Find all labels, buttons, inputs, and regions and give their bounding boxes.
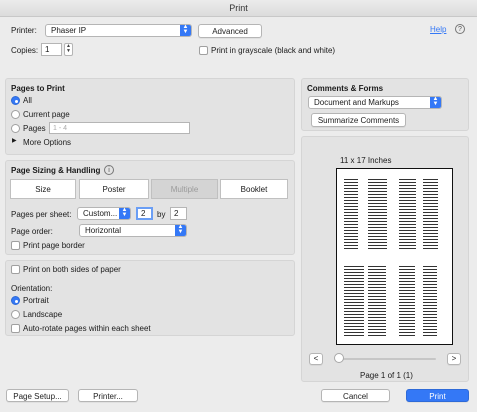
- paper-size-label: 11 x 17 Inches: [340, 156, 392, 165]
- grayscale-checkbox[interactable]: [199, 46, 208, 55]
- tab-size[interactable]: Size: [10, 179, 76, 199]
- by-label: by: [157, 210, 166, 219]
- window-title: Print: [0, 0, 477, 17]
- comments-select[interactable]: Document and Markups ▲ ▼: [308, 96, 442, 109]
- both-sides-label: Print on both sides of paper: [23, 265, 121, 274]
- help-link[interactable]: Help: [430, 25, 446, 34]
- copies-stepper[interactable]: ▲ ▼: [64, 43, 73, 56]
- page-indicator: Page 1 of 1 (1): [360, 371, 413, 380]
- all-label: All: [23, 96, 32, 105]
- comments-heading: Comments & Forms: [307, 84, 384, 93]
- chevron-updown-icon: ▲ ▼: [430, 96, 441, 108]
- printer-select[interactable]: Phaser IP ▲ ▼: [45, 24, 192, 37]
- print-button[interactable]: Print: [406, 389, 469, 402]
- current-page-label: Current page: [23, 110, 70, 119]
- landscape-radio[interactable]: [11, 310, 20, 319]
- disclosure-triangle-icon[interactable]: ▶: [12, 137, 17, 144]
- preview-page-thumb: [397, 264, 445, 338]
- comments-value: Document and Markups: [314, 98, 399, 107]
- printer-label: Printer:: [11, 26, 37, 35]
- printer-value: Phaser IP: [51, 26, 87, 35]
- grayscale-label: Print in grayscale (black and white): [211, 46, 336, 55]
- auto-rotate-label: Auto-rotate pages within each sheet: [23, 324, 151, 333]
- orientation-label: Orientation:: [11, 284, 53, 293]
- tab-booklet[interactable]: Booklet: [220, 179, 288, 199]
- copies-input[interactable]: 1: [41, 43, 62, 56]
- page-border-label: Print page border: [23, 241, 85, 250]
- portrait-radio[interactable]: [11, 296, 20, 305]
- landscape-label: Landscape: [23, 310, 63, 319]
- preview-sheet: [336, 168, 453, 345]
- preview-page-thumb: [342, 177, 390, 251]
- columns-input[interactable]: 2: [136, 207, 153, 220]
- page-sizing-heading: Page Sizing & Handling: [11, 166, 101, 175]
- page-order-label: Page order:: [11, 227, 53, 236]
- pages-label: Pages: [23, 124, 46, 133]
- current-page-radio[interactable]: [11, 110, 20, 119]
- preview-page-thumb: [397, 177, 445, 251]
- both-sides-checkbox[interactable]: [11, 265, 20, 274]
- pages-per-sheet-value: Custom...: [83, 209, 118, 218]
- chevron-updown-icon: ▲ ▼: [180, 24, 191, 36]
- printer-button[interactable]: Printer...: [78, 389, 138, 402]
- chevron-updown-icon: ▲ ▼: [175, 224, 186, 236]
- cancel-button[interactable]: Cancel: [321, 389, 390, 402]
- page-border-checkbox[interactable]: [11, 241, 20, 250]
- portrait-label: Portrait: [23, 296, 49, 305]
- more-options-label[interactable]: More Options: [23, 138, 71, 147]
- all-radio[interactable]: [11, 96, 20, 105]
- pages-to-print-heading: Pages to Print: [11, 84, 65, 93]
- question-icon[interactable]: ?: [455, 24, 465, 34]
- page-order-value: Horizontal: [85, 226, 122, 235]
- page-order-select[interactable]: Horizontal ▲ ▼: [79, 224, 187, 237]
- pages-radio[interactable]: [11, 124, 20, 133]
- page-setup-button[interactable]: Page Setup...: [6, 389, 69, 402]
- preview-page-thumb: [342, 264, 390, 338]
- copies-label: Copies:: [11, 46, 39, 55]
- prev-page-button[interactable]: <: [309, 353, 323, 365]
- summarize-comments-button[interactable]: Summarize Comments: [311, 113, 406, 127]
- preview-slider-thumb[interactable]: [334, 353, 344, 363]
- rows-input[interactable]: 2: [170, 207, 187, 220]
- tab-multiple[interactable]: Multiple: [151, 179, 218, 199]
- pages-range-input[interactable]: 1 - 4: [49, 122, 190, 134]
- next-page-button[interactable]: >: [447, 353, 461, 365]
- preview-slider-track[interactable]: [336, 358, 436, 360]
- chevron-updown-icon: ▲ ▼: [119, 207, 130, 219]
- pages-per-sheet-select[interactable]: Custom... ▲ ▼: [77, 207, 131, 220]
- advanced-button[interactable]: Advanced: [198, 24, 262, 38]
- tab-poster[interactable]: Poster: [79, 179, 149, 199]
- pages-per-sheet-label: Pages per sheet:: [11, 210, 72, 219]
- auto-rotate-checkbox[interactable]: [11, 324, 20, 333]
- info-icon[interactable]: i: [104, 165, 114, 175]
